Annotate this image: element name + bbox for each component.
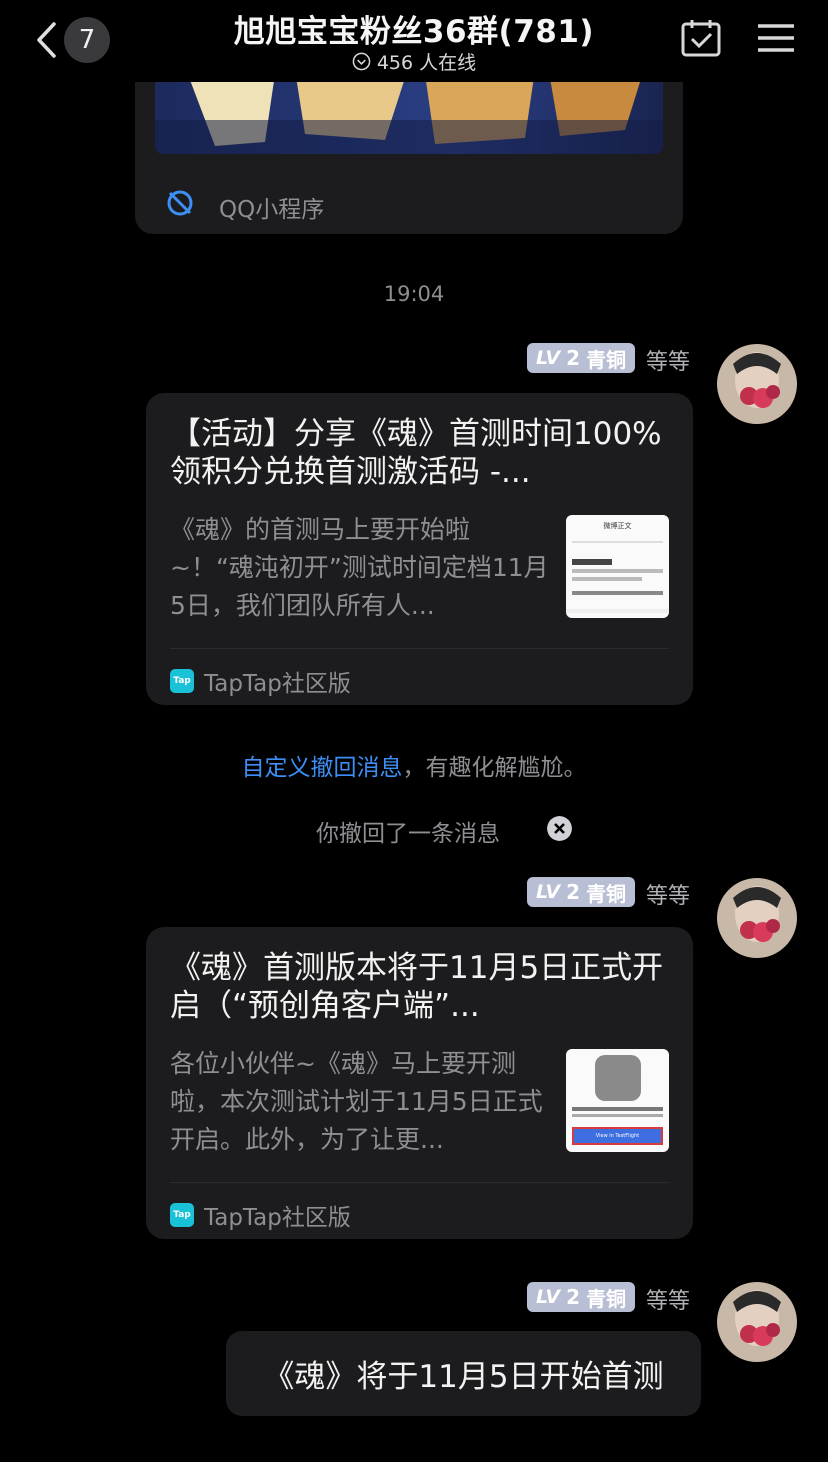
level-badge: LV 2 青铜 (527, 877, 635, 907)
share-card-title: 【活动】分享《魂》首测时间100%领积分兑换首测激活码 -... (170, 416, 662, 490)
share-card[interactable]: 【活动】分享《魂》首测时间100%领积分兑换首测激活码 -... 《魂》的首测马… (146, 393, 693, 705)
mini-program-card[interactable]: QQ小程序 (135, 60, 683, 234)
recalled-notice: 你撤回了一条消息 (316, 821, 500, 847)
custom-recall-link[interactable]: 自定义撤回消息 (242, 755, 403, 781)
share-card-thumbnail: 微博正文 (566, 515, 669, 618)
chevron-circle-icon (352, 52, 371, 71)
calendar-check-icon[interactable] (680, 18, 722, 58)
avatar[interactable] (717, 878, 797, 958)
share-card[interactable]: 《魂》首测版本将于11月5日正式开启（“预创角客户端”... 各位小伙伴~《魂》… (146, 927, 693, 1239)
recall-tip: 自定义撤回消息，有趣化解尴尬。 (241, 755, 587, 781)
avatar[interactable] (717, 344, 797, 424)
menu-icon[interactable] (756, 22, 796, 54)
share-card-source: Tap TapTap社区版 (170, 664, 351, 698)
mini-program-label: QQ小程序 (219, 197, 325, 223)
qq-mini-program-icon (167, 190, 193, 216)
level-badge: LV 2 青铜 (527, 1282, 635, 1312)
text-message-bubble[interactable]: 《魂》将于11月5日开始首测 (226, 1331, 701, 1416)
taptap-icon: Tap (170, 669, 194, 693)
timestamp: 19:04 (383, 282, 445, 306)
share-card-thumbnail: View in TestFlight (566, 1049, 669, 1152)
online-count: 456 人在线 (376, 52, 477, 74)
taptap-icon: Tap (170, 1203, 194, 1227)
sender-name[interactable]: 等等 (646, 1283, 690, 1315)
share-card-description: 《魂》的首测马上要开始啦~！“魂沌初开”测试时间定档11月5日，我们团队所有人.… (170, 515, 549, 620)
close-icon[interactable] (547, 816, 572, 841)
share-card-source: Tap TapTap社区版 (170, 1198, 351, 1232)
level-badge: LV 2 青铜 (527, 343, 635, 373)
avatar[interactable] (717, 1282, 797, 1362)
sender-name[interactable]: 等等 (646, 878, 690, 910)
sender-name[interactable]: 等等 (646, 344, 690, 376)
chat-header: 7 旭旭宝宝粉丝36群(781) 456 人在线 (0, 0, 828, 82)
share-card-title: 《魂》首测版本将于11月5日正式开启（“预创角客户端”... (170, 950, 664, 1024)
share-card-description: 各位小伙伴~《魂》马上要开测啦，本次测试计划于11月5日正式开启。此外，为了让更… (170, 1049, 543, 1154)
